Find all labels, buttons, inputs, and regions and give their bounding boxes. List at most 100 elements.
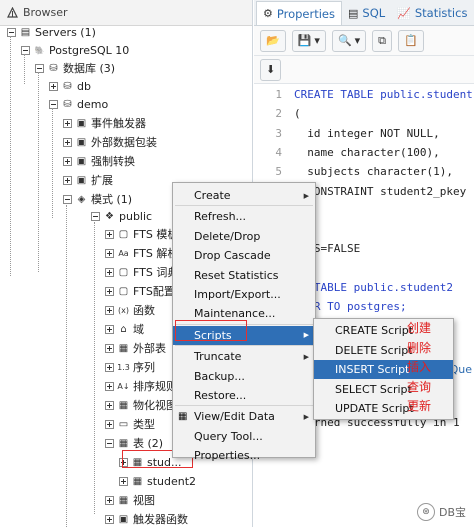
submenu-item-insert-script[interactable]: INSERT Script: [314, 360, 453, 379]
expand-icon[interactable]: [104, 362, 114, 372]
tree-item[interactable]: 1.3 序列: [104, 358, 155, 376]
expand-icon[interactable]: [118, 476, 128, 486]
code-line: subjects character(1),: [294, 165, 453, 179]
trigger-function-icon: ▣: [118, 513, 129, 525]
submenu-item-select-script[interactable]: SELECT Script: [314, 380, 453, 399]
menu-item-properties[interactable]: Properties...: [173, 446, 315, 465]
collapse-icon[interactable]: [34, 63, 44, 73]
expand-icon[interactable]: [104, 324, 114, 334]
expand-icon[interactable]: [104, 229, 114, 239]
tree-item[interactable]: A↓ 排序规则: [104, 377, 177, 395]
collapse-icon[interactable]: [48, 99, 58, 109]
tree-item[interactable]: ❖ public: [90, 207, 152, 225]
tab-statistics[interactable]: 📈 Statistics: [391, 1, 473, 25]
tab-properties[interactable]: ⚙ Properties: [256, 1, 342, 25]
menu-item-reset-statistics[interactable]: Reset Statistics: [173, 266, 315, 285]
chevron-down-icon: ▾: [354, 34, 361, 47]
cast-icon: ▣: [76, 155, 87, 167]
expand-icon[interactable]: [104, 381, 114, 391]
watermark-text: DB宝: [438, 506, 466, 519]
tree-guide-line: [10, 36, 11, 276]
tab-sql[interactable]: ▤ SQL: [342, 1, 391, 25]
submenu-item-delete-script[interactable]: DELETE Script: [314, 341, 453, 360]
tab-bar: ⚙ Properties ▤ SQL 📈 Statistics: [254, 0, 474, 26]
tree-item[interactable]: ▢ FTS配置: [104, 282, 175, 300]
expand-icon[interactable]: [104, 495, 114, 505]
menu-item-refresh[interactable]: Refresh...: [173, 207, 315, 226]
expand-icon[interactable]: [62, 118, 72, 128]
chevron-down-icon: ▾: [314, 34, 320, 47]
collapse-icon[interactable]: [6, 27, 16, 37]
tab-statistics-label: Statistics: [414, 6, 468, 20]
menu-item-delete-drop[interactable]: Delete/Drop: [173, 227, 315, 246]
submenu-item-update-script[interactable]: UPDATE Script: [314, 399, 453, 418]
tree-item[interactable]: (x) 函数: [104, 301, 155, 319]
menu-item-restore[interactable]: Restore...: [173, 386, 315, 405]
tree-item[interactable]: ▭ 类型: [104, 415, 155, 433]
open-file-button[interactable]: 📂: [260, 29, 286, 52]
menu-item-label: Create: [194, 189, 231, 202]
paste-icon: 📋: [404, 34, 418, 47]
expand-icon[interactable]: [62, 156, 72, 166]
tree-item[interactable]: ◈ 模式 (1): [62, 190, 132, 208]
tree-item[interactable]: ⛁ 数据库 (3): [34, 59, 115, 77]
tree-item[interactable]: ▤ Servers (1): [6, 23, 96, 41]
tree-item[interactable]: ▣ 扩展: [62, 171, 113, 189]
menu-item-view-edit-data[interactable]: ▦ View/Edit Data ▶: [173, 407, 315, 426]
collapse-icon[interactable]: [104, 438, 114, 448]
copy-button[interactable]: ⧉: [372, 29, 393, 52]
event-trigger-icon: ▣: [76, 117, 87, 129]
line-number: 3: [275, 126, 282, 140]
fts-config-icon: ▢: [118, 285, 129, 297]
submenu-item-create-script[interactable]: CREATE Script: [314, 321, 453, 340]
save-button[interactable]: 💾 ▾: [291, 29, 326, 52]
tree-item[interactable]: ▣ 强制转换: [62, 152, 135, 170]
tree-item-label: 模式 (1): [91, 193, 133, 206]
expand-icon[interactable]: [104, 267, 114, 277]
tree-item[interactable]: ⛁ db: [48, 77, 91, 95]
tree-item[interactable]: ⛁ demo: [48, 95, 108, 113]
tree-item[interactable]: ▦ 外部表: [104, 339, 166, 357]
download-button[interactable]: ⬇: [260, 58, 282, 81]
menu-item-query-tool[interactable]: Query Tool...: [173, 427, 315, 446]
expand-icon[interactable]: [48, 81, 58, 91]
menu-item-drop-cascade[interactable]: Drop Cascade: [173, 246, 315, 265]
tree-item[interactable]: ▦ 物化视图: [104, 396, 177, 414]
browser-title: Browser: [23, 6, 68, 19]
tree-item-label: 事件触发器: [91, 117, 146, 130]
tree-item[interactable]: Aa FTS 解析: [104, 244, 178, 262]
tree-item[interactable]: ▦ student2: [118, 472, 196, 490]
tree-item[interactable]: ▢ FTS 模板: [104, 225, 178, 243]
expand-icon[interactable]: [62, 175, 72, 185]
tree-item[interactable]: ▣ 外部数据包装: [62, 133, 157, 151]
tree-item[interactable]: ▣ 事件触发器: [62, 114, 146, 132]
tree-item[interactable]: ▣ 触发器函数: [104, 510, 188, 527]
menu-item-truncate[interactable]: Truncate ▶: [173, 347, 315, 366]
server-group-icon: ▤: [20, 26, 31, 38]
expand-icon[interactable]: [62, 137, 72, 147]
tree-item[interactable]: 🐘 PostgreSQL 10: [20, 41, 129, 59]
expand-icon[interactable]: [104, 514, 114, 524]
tree-item[interactable]: ▦ 视图: [104, 491, 155, 509]
tree-item-label: PostgreSQL 10: [49, 43, 130, 57]
find-button[interactable]: 🔍 ▾: [331, 29, 367, 52]
expand-icon[interactable]: [104, 248, 114, 258]
collapse-icon[interactable]: [62, 194, 72, 204]
submenu-item-label: CREATE Script: [335, 324, 414, 337]
tree-item[interactable]: ▢ FTS 词典: [104, 263, 178, 281]
menu-item-backup[interactable]: Backup...: [173, 367, 315, 386]
expand-icon[interactable]: [104, 400, 114, 410]
menu-item-import-export[interactable]: Import/Export...: [173, 285, 315, 304]
expand-icon[interactable]: [104, 305, 114, 315]
tree-item[interactable]: ⌂ 域: [104, 320, 144, 338]
menu-item-create[interactable]: Create ▶: [173, 186, 315, 205]
paste-button[interactable]: 📋: [398, 29, 424, 52]
menu-item-label: Backup...: [194, 369, 245, 383]
collapse-icon[interactable]: [20, 45, 30, 55]
expand-icon[interactable]: [104, 343, 114, 353]
collapse-icon[interactable]: [90, 211, 100, 221]
grid-icon: ▦: [178, 411, 188, 423]
save-icon: 💾: [297, 34, 312, 47]
expand-icon[interactable]: [104, 286, 114, 296]
expand-icon[interactable]: [104, 419, 114, 429]
